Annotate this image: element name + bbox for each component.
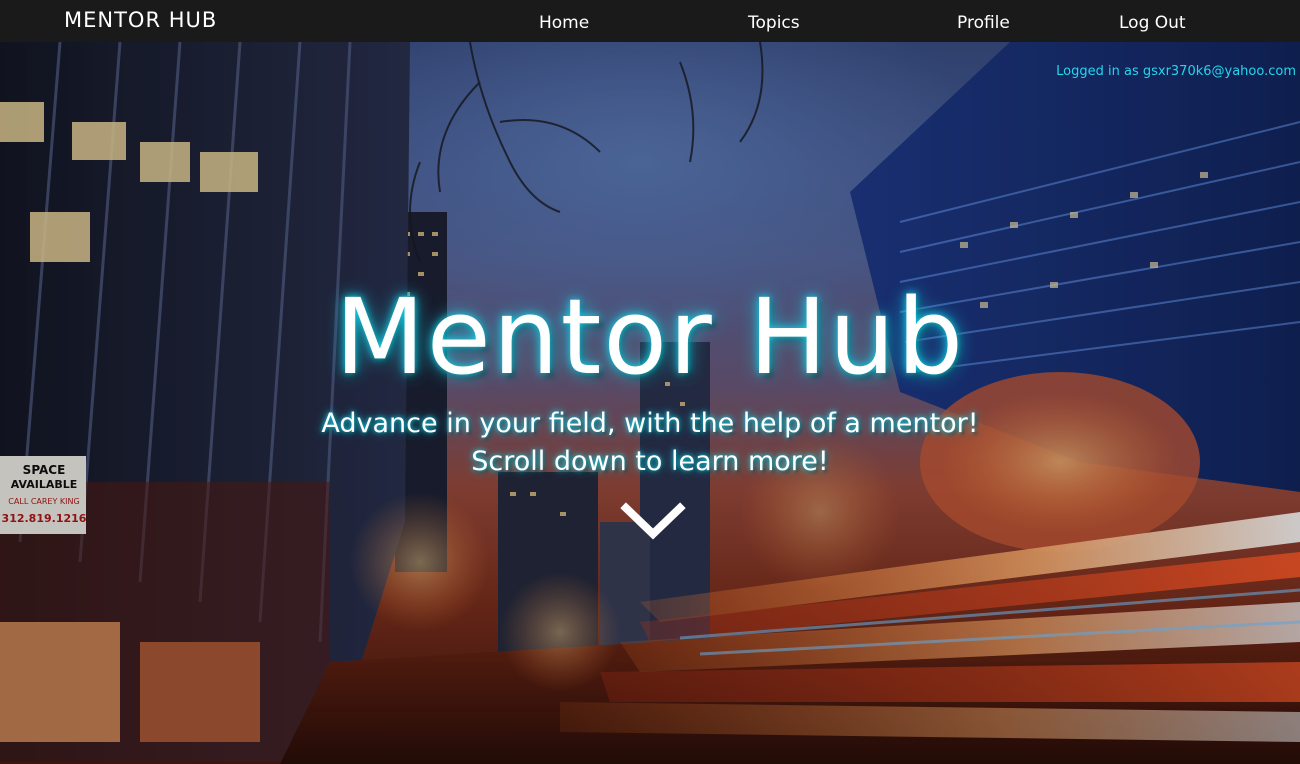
city-night-scene: SPACE AVAILABLE CALL CAREY KING 312.819.… xyxy=(0,42,1300,764)
hero-background-image: SPACE AVAILABLE CALL CAREY KING 312.819.… xyxy=(0,42,1300,764)
nav-link-profile[interactable]: Profile xyxy=(957,11,1010,35)
page: MENTOR HUB Home Topics Profile Log Out S… xyxy=(0,0,1300,764)
hero-tagline: Advance in your field, with the help of … xyxy=(321,408,979,439)
logged-in-status: Logged in as gsxr370k6@yahoo.com xyxy=(1056,64,1296,79)
chevron-down-icon[interactable] xyxy=(620,500,686,542)
nav-link-topics[interactable]: Topics xyxy=(748,11,800,35)
brand-logo[interactable]: MENTOR HUB xyxy=(64,6,217,34)
top-nav-bar: MENTOR HUB Home Topics Profile Log Out xyxy=(0,0,1300,42)
hero-title: Mentor Hub xyxy=(335,276,965,398)
hero-subtext: Scroll down to learn more! xyxy=(471,446,829,477)
nav-link-logout[interactable]: Log Out xyxy=(1119,11,1186,35)
nav-link-home[interactable]: Home xyxy=(539,11,589,35)
